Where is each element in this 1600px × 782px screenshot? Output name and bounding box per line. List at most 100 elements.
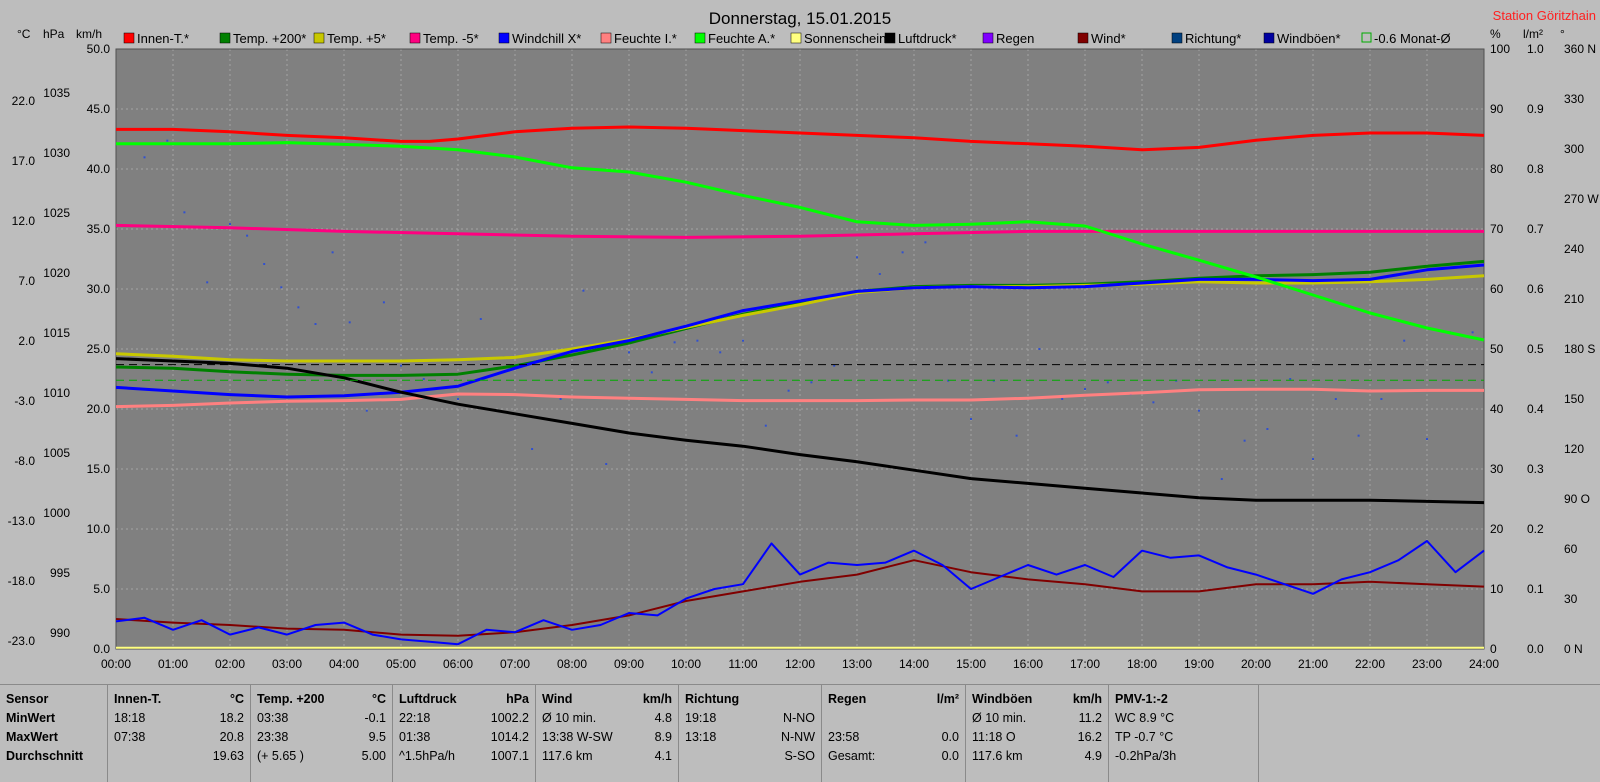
legend-label: Innen-T.*: [137, 31, 189, 46]
stats-row: TP -0.7 °C: [1115, 728, 1252, 747]
stats-row: 01:38 1014.2: [399, 728, 529, 747]
legend-swatch: [498, 32, 510, 44]
x-tick-label: 24:00: [1469, 657, 1499, 671]
temp-tick-label: -18.0: [8, 574, 36, 588]
stats-cell-value: 20.8: [219, 730, 244, 744]
stats-cell-label: 07:38: [114, 730, 146, 744]
legend-swatch: [884, 32, 896, 44]
direction-point: [1426, 438, 1428, 440]
stats-row: 13:18 N-NW: [685, 728, 815, 747]
stats-row: 22:18 1002.2: [399, 709, 529, 728]
stats-cell-label: WC 8.9 °C: [1115, 711, 1175, 725]
kmh-tick-label: 25.0: [87, 342, 111, 356]
x-tick-label: 00:00: [101, 657, 131, 671]
stats-cell-value: 0.0: [941, 730, 959, 744]
direction-point: [1380, 398, 1383, 400]
legend-label: -0.6 Monat-Ø: [1374, 31, 1451, 46]
legend-swatch: [1361, 32, 1372, 43]
deg-tick-label: 330: [1564, 92, 1584, 106]
stats-cell-label: 22:18: [399, 711, 431, 725]
right-axis-unit: %: [1490, 27, 1501, 41]
legend-swatch: [694, 32, 706, 44]
pct-tick-label: 80: [1490, 162, 1504, 176]
stats-row: 07:38 20.8: [114, 728, 244, 747]
legend-swatch: [1171, 32, 1183, 44]
deg-tick-label: 300: [1564, 142, 1584, 156]
direction-point: [582, 289, 585, 292]
stats-cell-label: 03:38: [257, 711, 289, 725]
stats-header: Wind km/h: [542, 689, 672, 709]
direction-point: [206, 281, 209, 284]
x-tick-label: 06:00: [443, 657, 473, 671]
legend-label: Sonnenschein: [804, 31, 886, 46]
rain-tick-label: 0.8: [1527, 162, 1544, 176]
x-tick-label: 21:00: [1298, 657, 1328, 671]
x-tick-label: 20:00: [1241, 657, 1271, 671]
stats-col-col9: PMV-1:-2 WC 8.9 °C TP -0.7 °C -0.2hPa/3h: [1109, 685, 1259, 782]
direction-point: [696, 339, 699, 342]
temp-tick-label: 7.0: [18, 274, 35, 288]
deg-tick-label: 120: [1564, 442, 1584, 456]
stats-cell-value: 5.00: [361, 749, 386, 763]
x-tick-label: 23:00: [1412, 657, 1442, 671]
stats-cell-label: 13:38 W-SW: [542, 730, 613, 744]
statistics-table: Sensor MinWert MaxWert Durchschnitt Inne…: [0, 684, 1600, 782]
deg-tick-label: 30: [1564, 592, 1578, 606]
kmh-tick-label: 10.0: [87, 522, 111, 536]
legend-label: Luftdruck*: [898, 31, 957, 46]
pct-tick-label: 20: [1490, 522, 1504, 536]
x-tick-label: 18:00: [1127, 657, 1157, 671]
stats-col-col6: Richtung 19:18 N-NO 13:18 N-NW S-SO: [679, 685, 822, 782]
x-tick-label: 04:00: [329, 657, 359, 671]
legend-swatch: [1263, 32, 1275, 44]
legend-swatch: [313, 32, 325, 44]
stats-col-col2: Innen-T. °C 18:18 18.2 07:38 20.8 19.63: [108, 685, 251, 782]
legend-swatch: [600, 32, 612, 44]
stats-row: Ø 10 min. 11.2: [972, 709, 1102, 728]
stats-label-max: MaxWert: [6, 730, 58, 744]
direction-point: [764, 424, 767, 427]
stats-cell-value: 0.0: [941, 749, 959, 763]
direction-point: [166, 139, 169, 142]
rain-tick-label: 0.7: [1527, 222, 1544, 236]
stats-cell-value: 4.9: [1084, 749, 1102, 763]
pct-tick-label: 10: [1490, 582, 1504, 596]
stats-header-unit: l/m²: [936, 692, 959, 706]
station-label: Station Göritzhain: [1493, 8, 1596, 23]
direction-point: [400, 364, 402, 367]
direction-point: [422, 378, 425, 380]
direction-point: [1266, 428, 1269, 430]
stats-row: Gesamt: 0.0: [828, 747, 959, 766]
weather-chart-svg: Donnerstag, 15.01.2015 Station Göritzhain…: [8, 8, 1600, 671]
pct-tick-label: 60: [1490, 282, 1504, 296]
stats-header: Richtung: [685, 689, 815, 709]
x-tick-label: 16:00: [1013, 657, 1043, 671]
hpa-tick-label: 1020: [43, 266, 70, 280]
stats-header-unit: °C: [229, 692, 244, 706]
direction-point: [878, 273, 881, 275]
stats-header-unit: °C: [371, 692, 386, 706]
legend-swatch: [123, 32, 135, 44]
direction-point: [1471, 331, 1474, 334]
legend-label: Temp. +200*: [233, 31, 306, 46]
stats-cell-label: TP -0.7 °C: [1115, 730, 1174, 744]
stats-cell-label: 13:18: [685, 730, 717, 744]
right-axis-unit: l/m²: [1523, 27, 1543, 41]
legend-label: Regen: [996, 31, 1034, 46]
stats-label-min: MinWert: [6, 711, 56, 725]
pct-tick-label: 50: [1490, 342, 1504, 356]
legend-swatch: [409, 32, 421, 44]
direction-point: [628, 351, 630, 354]
stats-cell-label: Gesamt:: [828, 749, 876, 763]
stats-header: Windböen km/h: [972, 689, 1102, 709]
rain-tick-label: 0.5: [1527, 342, 1544, 356]
x-tick-label: 13:00: [842, 657, 872, 671]
direction-point: [901, 251, 904, 254]
temp-tick-label: 22.0: [12, 94, 36, 108]
stats-row: 19:18 N-NO: [685, 709, 815, 728]
direction-point: [1152, 401, 1155, 404]
direction-point: [970, 418, 972, 420]
pct-tick-label: 40: [1490, 402, 1504, 416]
rain-tick-label: 0.2: [1527, 522, 1544, 536]
direction-point: [605, 463, 608, 465]
